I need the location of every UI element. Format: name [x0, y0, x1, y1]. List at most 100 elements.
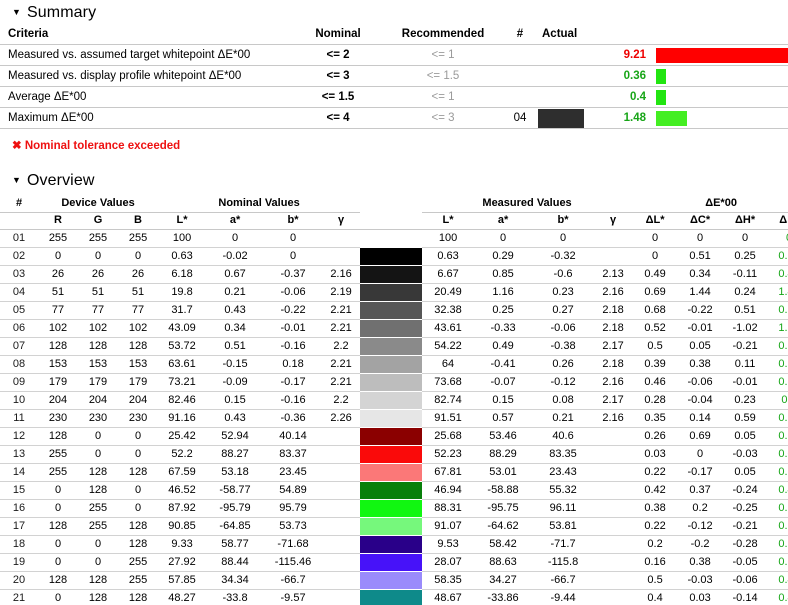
overview-cell-dE: 0.26 — [768, 499, 788, 518]
overview-cell-ng — [322, 535, 361, 554]
overview-cell-dH: -0.14 — [722, 589, 769, 605]
overview-cell-mL: 28.07 — [422, 553, 475, 572]
color-swatch — [360, 572, 423, 589]
overview-section-header[interactable]: ▼ Overview — [0, 166, 788, 196]
overview-cell-mL: 82.74 — [422, 391, 475, 410]
summary-num — [502, 65, 538, 87]
overview-cell-ma: 88.29 — [474, 445, 533, 464]
overview-cell-mb: -0.06 — [532, 319, 595, 338]
overview-cell-mL: 9.53 — [422, 535, 475, 554]
overview-cell-mg — [594, 499, 633, 518]
overview-cell-G: 255 — [78, 517, 118, 536]
overview-cell-dL: 0.5 — [632, 571, 679, 590]
overview-sub-header: γ — [594, 212, 633, 230]
overview-cell-dE: 0.19 — [768, 535, 788, 554]
overview-cell-mL: 52.23 — [422, 445, 475, 464]
color-swatch — [360, 590, 423, 605]
overview-sub-header — [360, 212, 423, 230]
overview-cell-R: 51 — [38, 283, 78, 302]
overview-cell-nL: 52.2 — [158, 445, 207, 464]
overview-cell-R: 0 — [38, 481, 78, 500]
overview-cell-nL: 19.8 — [158, 283, 207, 302]
overview-group-header: # — [0, 196, 38, 213]
color-swatch — [360, 356, 423, 373]
overview-cell-dE: 0.51 — [768, 355, 788, 374]
overview-cell-dL: 0.22 — [632, 517, 679, 536]
overview-cell-dC: 0.03 — [678, 589, 723, 605]
overview-color-swatch-cell — [360, 464, 423, 482]
overview-cell-na: 0.43 — [206, 409, 265, 428]
overview-cell-dC: -0.04 — [678, 391, 723, 410]
overview-cell-R: 204 — [38, 391, 78, 410]
overview-header: # Device Values Nominal Values Measured Val… — [0, 196, 788, 230]
overview-cell-dE: 0.03 — [768, 445, 788, 464]
overview-cell-mg: 2.18 — [594, 319, 633, 338]
overview-cell-mg: 2.18 — [594, 301, 633, 320]
overview-cell-ma: -95.75 — [474, 499, 533, 518]
overview-cell-mL: 58.35 — [422, 571, 475, 590]
overview-cell-nb: -71.68 — [264, 535, 323, 554]
overview-cell-nb: -9.57 — [264, 589, 323, 605]
table-row: 12 128 0 0 25.42 52.94 40.14 25.68 53.46 40.6 0.26… — [0, 427, 788, 446]
overview-cell-na: 0.51 — [206, 337, 265, 356]
overview-cell-idx: 19 — [0, 553, 38, 572]
summary-nominal: <= 3 — [292, 65, 384, 87]
overview-cell-dC: 0 — [678, 229, 723, 248]
table-row: 020000.63-0.0200.630.29-0.3200.510.250.5… — [0, 247, 788, 266]
overview-cell-mb: 0.27 — [532, 301, 595, 320]
overview-cell-na: 0.21 — [206, 283, 265, 302]
overview-cell-ng: 2.16 — [322, 265, 361, 284]
overview-cell-mL: 20.49 — [422, 283, 475, 302]
overview-cell-dL: 0.46 — [632, 373, 679, 392]
summary-bar — [656, 89, 666, 105]
overview-cell-dL: 0.69 — [632, 283, 679, 302]
overview-cell-dC: 0.2 — [678, 499, 723, 518]
overview-cell-na: 52.94 — [206, 427, 265, 446]
overview-cell-G: 51 — [78, 283, 118, 302]
overview-cell-na: 88.44 — [206, 553, 265, 572]
overview-cell-nb: -0.01 — [264, 319, 323, 338]
overview-sub-header: ΔL* — [632, 212, 679, 230]
overview-cell-ma: -0.33 — [474, 319, 533, 338]
overview-cell-nb: -0.36 — [264, 409, 323, 428]
overview-cell-dC: -0.17 — [678, 463, 723, 482]
overview-cell-idx: 11 — [0, 409, 38, 428]
overview-cell-R: 255 — [38, 445, 78, 464]
overview-cell-dC: 1.44 — [678, 283, 723, 302]
overview-cell-dH: -0.21 — [722, 337, 769, 356]
overview-cell-mb: -0.38 — [532, 337, 595, 356]
overview-cell-dL: 0.16 — [632, 553, 679, 572]
overview-cell-nL: 6.18 — [158, 265, 207, 284]
overview-cell-nb: -66.7 — [264, 571, 323, 590]
overview-cell-ng — [322, 553, 361, 572]
summary-section-header[interactable]: ▼ Summary — [0, 0, 788, 26]
overview-cell-mg: 2.16 — [594, 283, 633, 302]
overview-cell-mg — [594, 445, 633, 464]
overview-cell-nb: -0.22 — [264, 301, 323, 320]
overview-cell-nL: 31.7 — [158, 301, 207, 320]
overview-cell-R: 0 — [38, 247, 78, 266]
overview-cell-ng — [322, 463, 361, 482]
overview-cell-nL: 90.85 — [158, 517, 207, 536]
summary-row: Maximum ΔE*00<= 4<= 3041.48OK✓✓ — [0, 107, 788, 129]
overview-cell-nb: 0 — [264, 247, 323, 266]
overview-cell-idx: 06 — [0, 319, 38, 338]
overview-cell-nb: -115.46 — [264, 553, 323, 572]
summary-bar-cell — [656, 107, 788, 129]
overview-cell-R: 255 — [38, 229, 78, 248]
overview-cell-nL: 100 — [158, 229, 207, 248]
overview-cell-na: 88.27 — [206, 445, 265, 464]
overview-cell-R: 230 — [38, 409, 78, 428]
collapse-triangle-icon[interactable]: ▼ — [12, 7, 21, 17]
overview-cell-G: 204 — [78, 391, 118, 410]
overview-color-swatch-cell — [360, 266, 423, 284]
overview-cell-ng — [322, 481, 361, 500]
overview-cell-nb: 0 — [264, 229, 323, 248]
overview-cell-dE: 1.12 — [768, 319, 788, 338]
overview-cell-dE: 1.48 — [768, 283, 788, 302]
collapse-triangle-icon-overview[interactable]: ▼ — [12, 175, 21, 185]
overview-sub-header: B — [118, 212, 159, 230]
overview-cell-R: 128 — [38, 517, 78, 536]
overview-cell-mb: -71.7 — [532, 535, 595, 554]
overview-cell-dC: -0.03 — [678, 571, 723, 590]
